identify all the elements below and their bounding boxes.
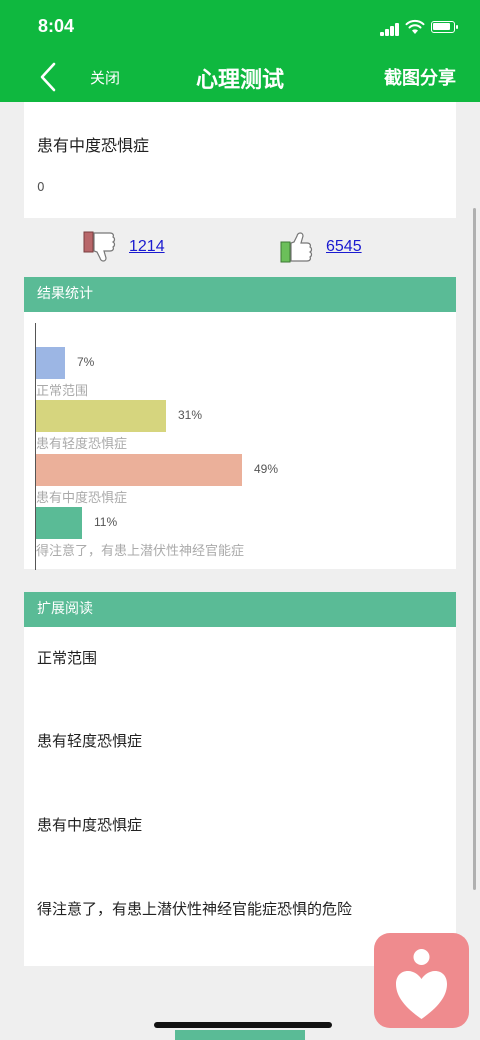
result-stats-chart: 7% 正常范围 31% 患有轻度恐惧症 49% 患有中度恐惧症 11% 得注意了，有患上潜伏性… — [24, 312, 456, 570]
chart-category-label: 患有中度恐惧症 — [36, 490, 128, 506]
chart-data-label: 49% — [254, 461, 279, 476]
extended-item[interactable]: 患有中度恐惧症 — [37, 814, 142, 835]
chart-bar — [36, 506, 82, 539]
status-bar: 8:04 — [0, 0, 480, 52]
stats-header: 结果统计 — [24, 277, 456, 312]
thumbs-up-icon[interactable] — [280, 230, 316, 264]
chart-category-label: 正常范围 — [36, 384, 89, 399]
extended-header: 扩展阅读 — [24, 592, 456, 627]
nav-bar: 关闭 心理测试 截图分享 — [0, 52, 480, 102]
chart-category-label: 患有轻度恐惧症 — [36, 437, 128, 453]
extended-item[interactable]: 得注意了，有患上潜伏性神经官能症恐惧的危险 — [37, 898, 352, 919]
result-number: 0 — [37, 180, 45, 194]
chart-bar — [36, 400, 166, 433]
thumbs-down-icon[interactable] — [83, 230, 119, 264]
status-time: 8:04 — [38, 16, 75, 36]
stats-card: 结果统计 7% 正常范围 31% 患有轻度恐惧症 49% 患有中度恐惧症 11% 得注意了，有… — [24, 277, 456, 570]
heart-icon — [396, 949, 447, 1019]
home-indicator[interactable] — [154, 1022, 332, 1028]
chart-bar — [36, 347, 65, 379]
heart-button[interactable] — [374, 933, 469, 1028]
extended-reading-card: 扩展阅读 正常范围 患有轻度恐惧症 患有中度恐惧症 得注意了，有患上潜伏性神经官… — [24, 592, 456, 966]
result-card: 患有中度恐惧症 0 — [24, 102, 456, 218]
scrollbar[interactable] — [473, 208, 476, 890]
bottom-tab-peek — [175, 1030, 305, 1040]
battery-icon — [431, 21, 458, 33]
wifi-icon — [405, 19, 425, 34]
result-text: 患有中度恐惧症 — [37, 136, 150, 155]
extended-item[interactable]: 正常范围 — [37, 647, 97, 668]
back-arrow-icon[interactable] — [34, 60, 64, 94]
screenshot-share-button[interactable]: 截图分享 — [384, 64, 456, 90]
close-button[interactable]: 关闭 — [90, 67, 120, 88]
chart-data-label: 11% — [94, 514, 118, 529]
like-count[interactable]: 6545 — [326, 238, 362, 256]
chart-category-label: 得注意了，有患上潜伏性神经官能症 — [36, 543, 245, 559]
chart-data-label: 31% — [178, 408, 203, 423]
dislike-count[interactable]: 1214 — [129, 238, 165, 256]
extended-item[interactable]: 患有轻度恐惧症 — [37, 730, 142, 751]
chart-data-label: 7% — [77, 355, 95, 369]
cellular-signal-icon — [380, 22, 402, 36]
chart-bar — [36, 453, 242, 486]
